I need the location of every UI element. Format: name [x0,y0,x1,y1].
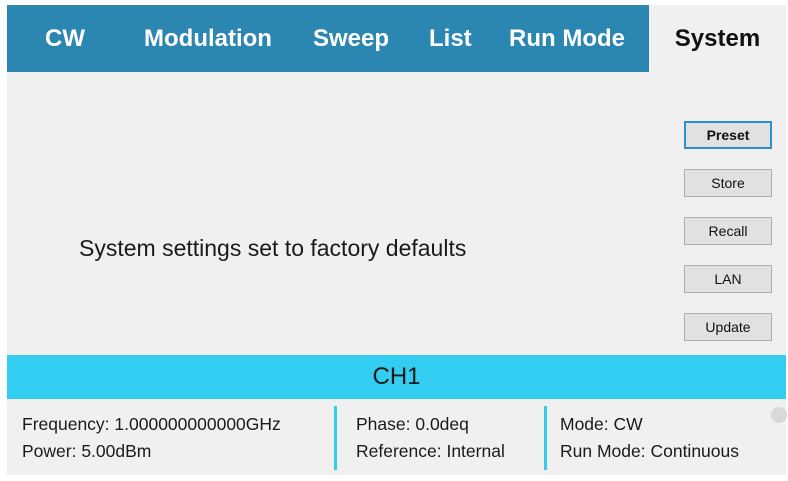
channel-status-panel: Frequency: 1.000000000000GHz Power: 5.00… [7,399,787,475]
status-message: System settings set to factory defaults [79,235,467,261]
frequency-readout: Frequency: 1.000000000000GHz [22,414,281,434]
tab-system[interactable]: System [649,5,786,72]
lan-button[interactable]: LAN [684,265,772,293]
tab-modulation[interactable]: Modulation [144,5,272,72]
app-window: CW Modulation Sweep List Run Mode System… [7,5,787,475]
tab-bar: CW Modulation Sweep List Run Mode [7,5,649,72]
update-button[interactable]: Update [684,313,772,341]
run-mode-readout: Run Mode: Continuous [560,441,739,461]
power-readout: Power: 5.00dBm [22,441,152,461]
channel-header: CH1 [7,355,786,399]
mode-readout: Mode: CW [560,414,643,434]
tab-cw[interactable]: CW [45,5,85,72]
phase-readout: Phase: 0.0deq [356,414,469,434]
tab-sweep[interactable]: Sweep [313,5,389,72]
tab-list[interactable]: List [429,5,472,72]
preset-button[interactable]: Preset [684,121,772,149]
recall-button[interactable]: Recall [684,217,772,245]
status-indicator-icon [771,407,787,423]
status-divider [334,406,337,470]
tab-run-mode[interactable]: Run Mode [509,5,625,72]
store-button[interactable]: Store [684,169,772,197]
status-divider [544,406,547,470]
reference-readout: Reference: Internal [356,441,505,461]
